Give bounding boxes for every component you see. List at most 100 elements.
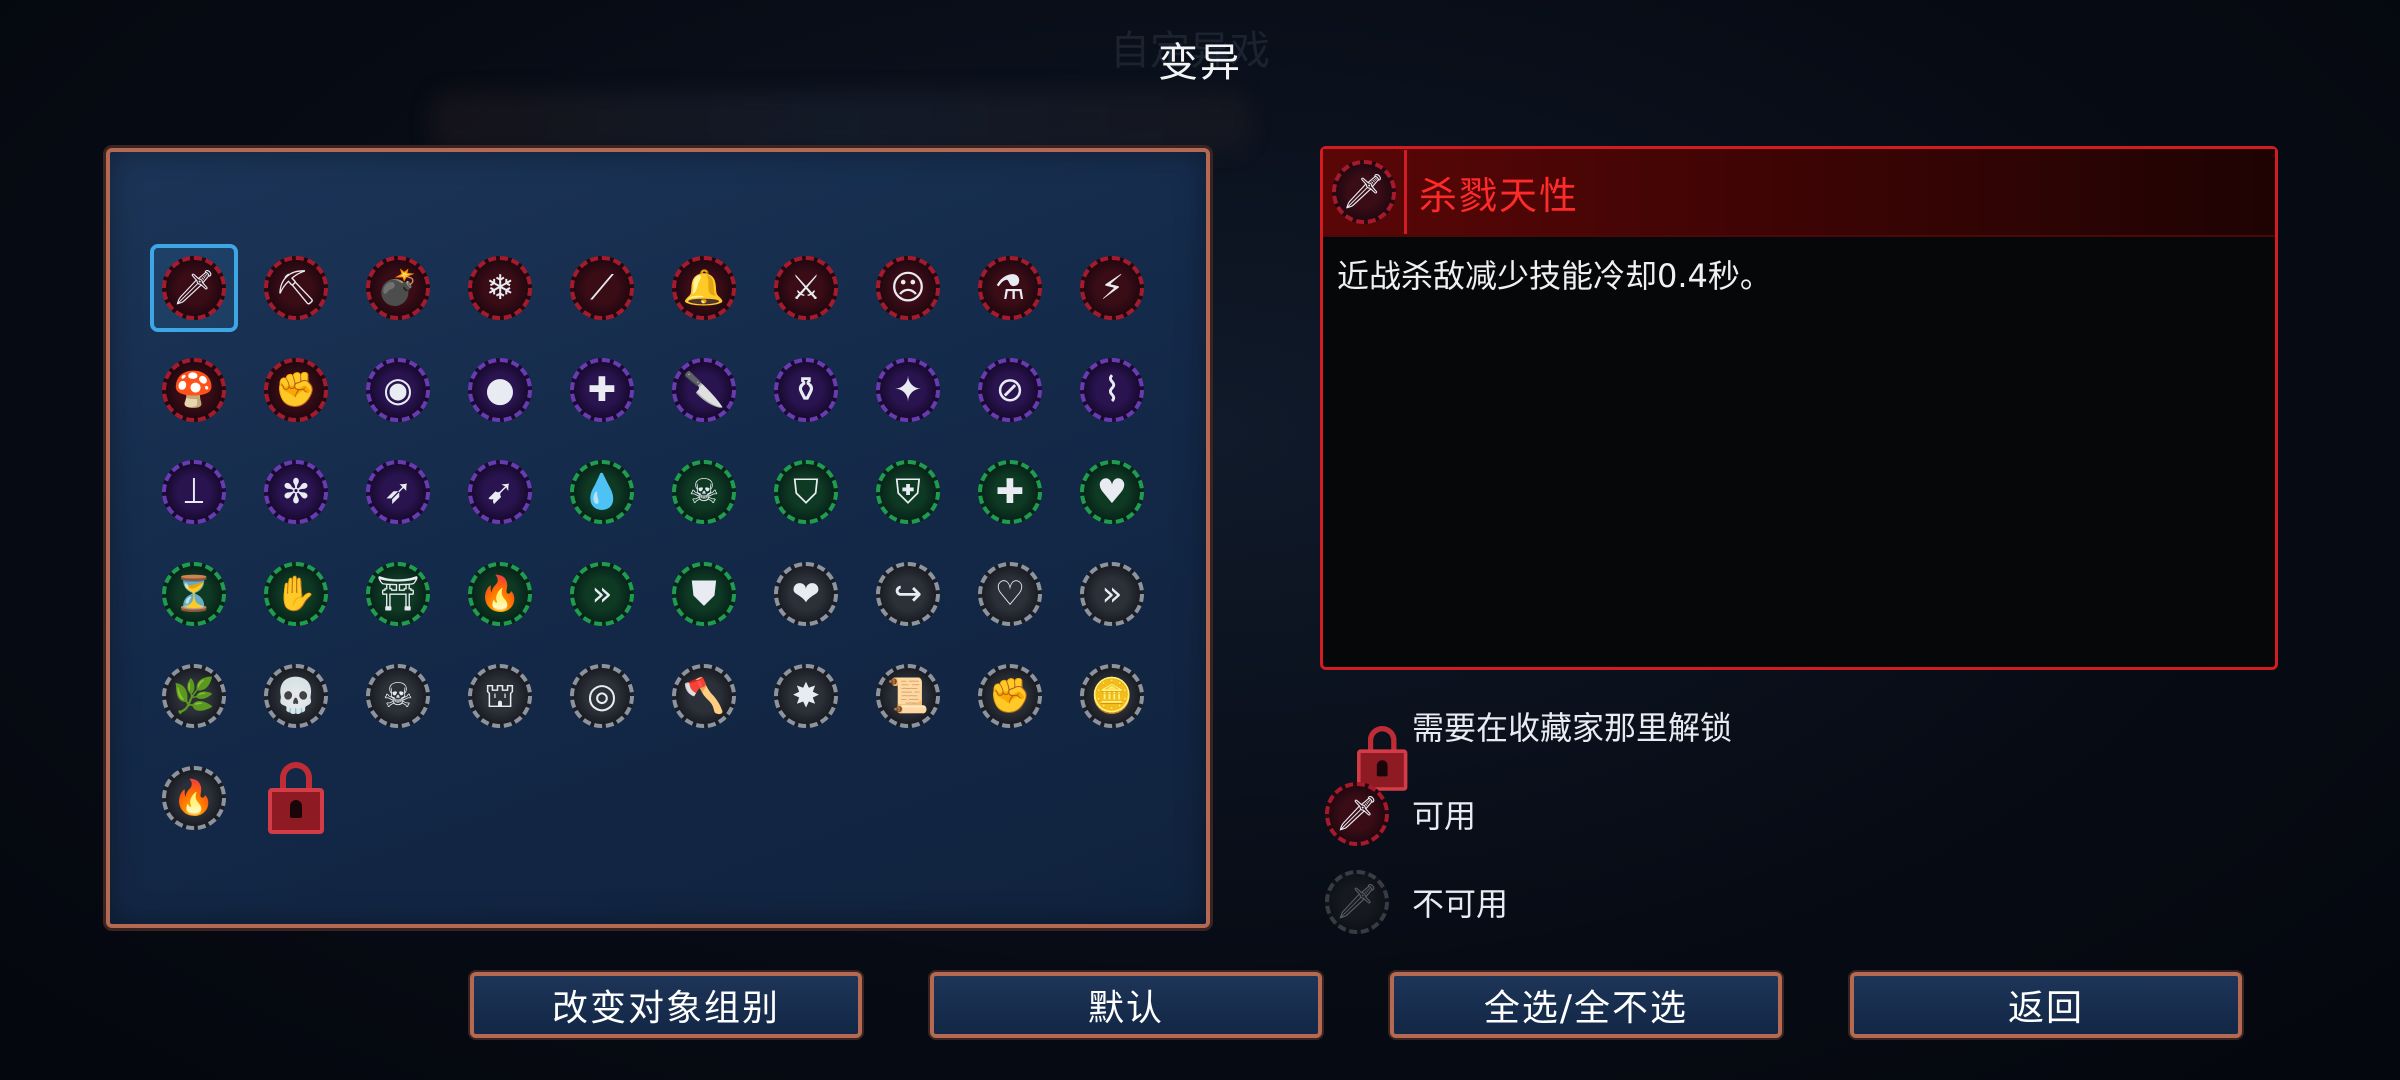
- legend-label-unavailable: 不可用: [1412, 885, 1509, 923]
- bell-icon: 🔔: [672, 256, 736, 320]
- mutation-cell[interactable]: »: [1072, 554, 1152, 634]
- mutation-cell[interactable]: ❄: [460, 248, 540, 328]
- bomb-icon: 💣: [366, 256, 430, 320]
- mutation-cell[interactable]: 🔔: [664, 248, 744, 328]
- health-cross-icon: ✚: [978, 460, 1042, 524]
- mutation-cell[interactable]: ⛊: [664, 554, 744, 634]
- purple-orb-icon: ◎: [570, 664, 634, 728]
- legend-label-available: 可用: [1412, 797, 1477, 835]
- sword-icon: 🗡: [1325, 782, 1389, 846]
- mutation-cell[interactable]: ⛨: [868, 452, 948, 532]
- mutation-cell[interactable]: »: [562, 554, 642, 634]
- mutation-cell[interactable]: ✊: [970, 656, 1050, 736]
- mutation-cell[interactable]: ⟘: [154, 452, 234, 532]
- green-leaf-icon: 🌿: [162, 664, 226, 728]
- mutation-cell[interactable]: ⛫: [460, 656, 540, 736]
- mutation-cell[interactable]: 🪙: [1072, 656, 1152, 736]
- mutation-cell[interactable]: ⌇: [1072, 350, 1152, 430]
- mutation-cell[interactable]: ☹: [868, 248, 948, 328]
- green-heart-potion-icon: ♡: [978, 562, 1042, 626]
- green-flask-icon: ⚱: [774, 358, 838, 422]
- mutation-cell[interactable]: ❤: [766, 554, 846, 634]
- hourglass-potion-icon: ⏳: [162, 562, 226, 626]
- axe-icon: 🪓: [672, 664, 736, 728]
- mutation-cell[interactable]: ✦: [868, 350, 948, 430]
- ring-icon: ◉: [366, 358, 430, 422]
- mutation-cell[interactable]: 🪓: [664, 656, 744, 736]
- red-heart-icon: ❤: [774, 562, 838, 626]
- mutation-cell[interactable]: ✋: [256, 554, 336, 634]
- mutation-cell[interactable]: ◎: [562, 656, 642, 736]
- mutation-cell[interactable]: ☠: [664, 452, 744, 532]
- mutation-cell[interactable]: ➹: [460, 452, 540, 532]
- mutation-cell[interactable]: ◉: [358, 350, 438, 430]
- scroll-icon: 📜: [876, 664, 940, 728]
- mutation-icon-grid: 🗡 ⛏ 💣 ❄ ⟋ 🔔 ⚔ ☹ ⚗ ⚡ 🍄 ✊ ◉ ● ✚ 🔪 ⚱ ✦ ⊘ ⌇ ⟘ ✼ ➶ ➹ 💧 ☠ ⛉ ⛨ ✚ ♥ ⏳ ✋ ⛩ 🔥 » ⛊ ❤ ↪ ♡ »…: [150, 244, 1152, 838]
- detail-mutation-name: 杀戮天性: [1419, 173, 1580, 218]
- select-all-button[interactable]: 全选/全不选: [1390, 972, 1782, 1038]
- mutation-cell[interactable]: ⟋: [562, 248, 642, 328]
- detail-description: 近战杀敌减少技能冷却0.4秒。: [1337, 257, 1772, 295]
- mutation-cell[interactable]: ⛏: [256, 248, 336, 328]
- mutation-cell[interactable]: ✼: [256, 452, 336, 532]
- crosshair-icon: ✚: [570, 358, 634, 422]
- mutation-cell[interactable]: 🔥: [154, 758, 234, 838]
- gold-shield-icon: ⛨: [876, 460, 940, 524]
- change-group-button[interactable]: 改变对象组别: [470, 972, 862, 1038]
- frost-hammer-icon: ✼: [264, 460, 328, 524]
- mutation-cell[interactable]: ♥: [1072, 452, 1152, 532]
- ice-gate-icon: ⛫: [468, 664, 532, 728]
- screen-title: 变异: [1158, 40, 1242, 86]
- mutation-cell[interactable]: ⚔: [766, 248, 846, 328]
- mutation-cell[interactable]: ⊘: [970, 350, 1050, 430]
- mutation-cell[interactable]: ☠: [358, 656, 438, 736]
- blue-potion-icon: ⚗: [978, 256, 1042, 320]
- gold-fist-icon: ✊: [978, 664, 1042, 728]
- purple-bomb-icon: ●: [468, 358, 532, 422]
- mutation-cell[interactable]: 📜: [868, 656, 948, 736]
- mutation-cell-locked[interactable]: [256, 758, 336, 838]
- back-button[interactable]: 返回: [1850, 972, 2242, 1038]
- mutation-cell[interactable]: ⚗: [970, 248, 1050, 328]
- mutation-cell[interactable]: ✚: [562, 350, 642, 430]
- mutation-cell[interactable]: ✊: [256, 350, 336, 430]
- mutation-cell[interactable]: ⛩: [358, 554, 438, 634]
- gold-chevron-icon: »: [1080, 562, 1144, 626]
- mutation-detail-panel: 🗡 杀戮天性 近战杀敌减少技能冷却0.4秒。: [1320, 146, 2278, 670]
- mutation-cell[interactable]: ♡: [970, 554, 1050, 634]
- mutation-cell[interactable]: ⚱: [766, 350, 846, 430]
- bow-icon: ➶: [366, 460, 430, 524]
- mutation-cell[interactable]: 🗡: [150, 244, 238, 332]
- mutation-grid-panel: 🗡 ⛏ 💣 ❄ ⟋ 🔔 ⚔ ☹ ⚗ ⚡ 🍄 ✊ ◉ ● ✚ 🔪 ⚱ ✦ ⊘ ⌇ ⟘ ✼ ➶ ➹ 💧 ☠ ⛉ ⛨ ✚ ♥ ⏳ ✋ ⛩ 🔥 » ⛊ ❤ ↪ ♡ »…: [106, 148, 1210, 928]
- weapon-rack-icon: ⚔: [774, 256, 838, 320]
- no-entry-icon: ⊘: [978, 358, 1042, 422]
- mutation-cell[interactable]: 💧: [562, 452, 642, 532]
- blue-shield-icon: ⛉: [774, 460, 838, 524]
- sword-icon: 🗡: [1325, 870, 1389, 934]
- angry-face-icon: ☹: [876, 256, 940, 320]
- detail-icon-box: 🗡: [1323, 150, 1407, 234]
- skull-icon: ☠: [366, 664, 430, 728]
- scythe-ice-icon: ❄: [468, 256, 532, 320]
- mutation-cell[interactable]: 💣: [358, 248, 438, 328]
- claw-slash-icon: ⟋: [570, 256, 634, 320]
- torch-hand-icon: ✋: [264, 562, 328, 626]
- default-button[interactable]: 默认: [930, 972, 1322, 1038]
- mutation-cell[interactable]: 🌿: [154, 656, 234, 736]
- mutation-cell[interactable]: ⛉: [766, 452, 846, 532]
- mutation-cell[interactable]: ⏳: [154, 554, 234, 634]
- mutation-cell[interactable]: ●: [460, 350, 540, 430]
- mutation-cell[interactable]: ✚: [970, 452, 1050, 532]
- mutation-cell[interactable]: 💀: [256, 656, 336, 736]
- mutation-cell[interactable]: 🔥: [460, 554, 540, 634]
- mutation-cell[interactable]: ✸: [766, 656, 846, 736]
- mutation-cell[interactable]: ➶: [358, 452, 438, 532]
- mutation-cell[interactable]: 🍄: [154, 350, 234, 430]
- mutation-cell[interactable]: ↪: [868, 554, 948, 634]
- mutation-cell[interactable]: 🔪: [664, 350, 744, 430]
- mutation-cell[interactable]: ⚡: [1072, 248, 1152, 328]
- double-chevron-icon: »: [570, 562, 634, 626]
- legend-label-locked: 需要在收藏家那里解锁: [1412, 709, 1733, 747]
- fire-knife-icon: 🔥: [162, 766, 226, 830]
- skull-glasses-icon: 💀: [264, 664, 328, 728]
